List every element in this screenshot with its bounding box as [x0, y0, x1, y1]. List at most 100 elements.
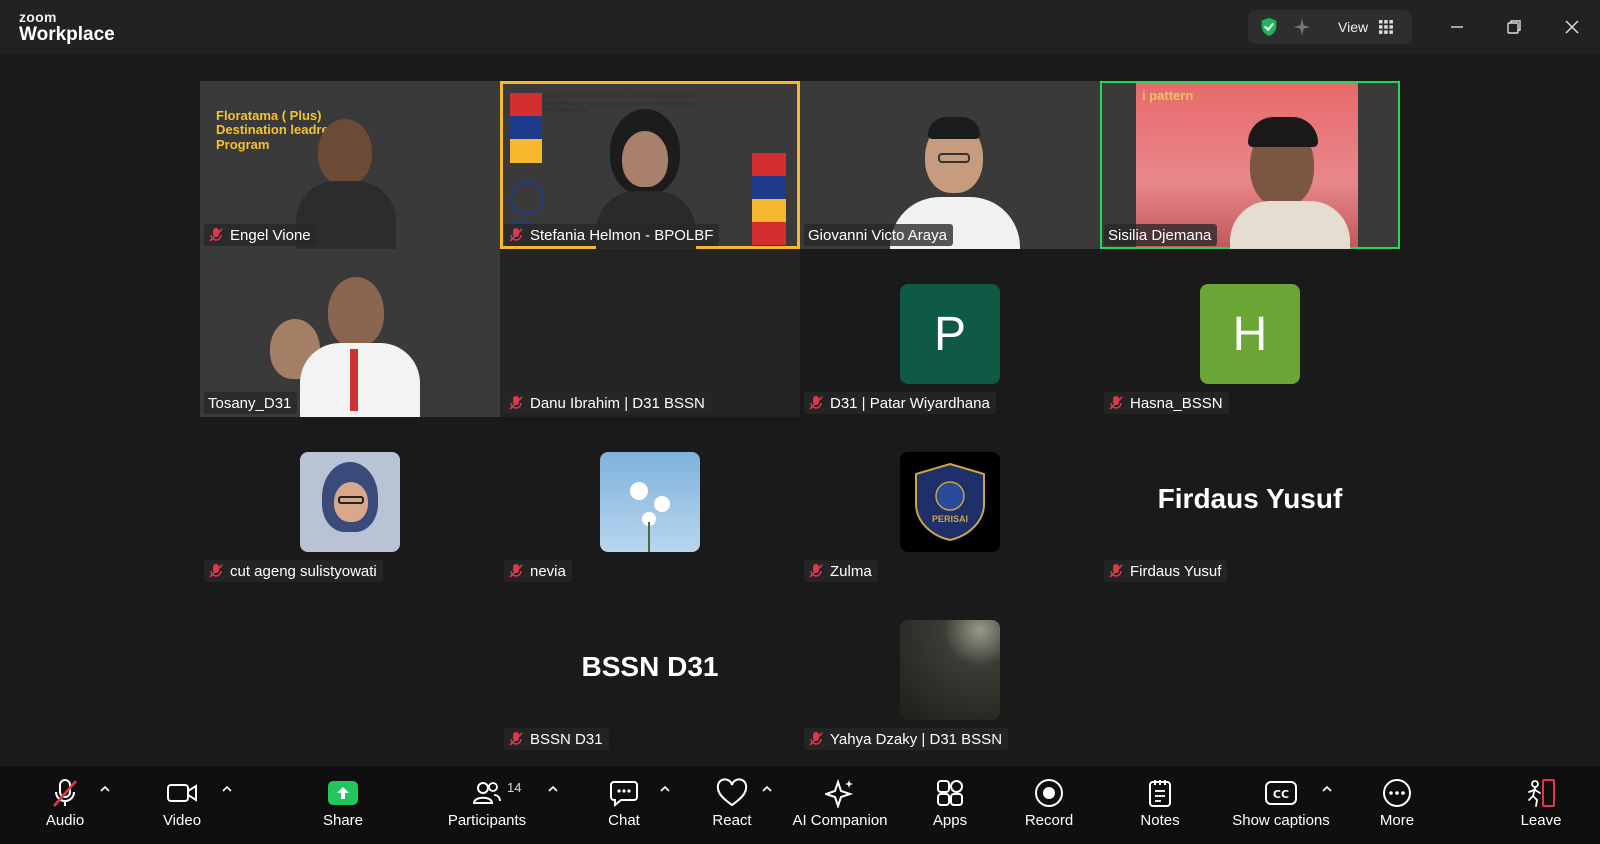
record-label: Record [1024, 812, 1074, 829]
avatar: P [900, 284, 1000, 384]
video-label: Video [162, 812, 202, 829]
avatar-initial: P [933, 307, 966, 361]
participant-tile[interactable]: Tosany_D31 [200, 249, 500, 417]
participant-tile[interactable]: cut ageng sulistyowati [200, 417, 500, 585]
shared-slide-text: i pattern [1142, 88, 1194, 103]
participant-name-tag: cut ageng sulistyowati [204, 560, 383, 582]
minimize-icon[interactable] [1443, 13, 1471, 41]
participant-tile[interactable]: BSSN D31 BSSN D31 [500, 585, 800, 753]
mic-muted-icon [50, 778, 80, 808]
participant-tile[interactable]: Giovanni Victo Araya [800, 81, 1100, 249]
mic-muted-icon [209, 564, 223, 578]
participant-name: BSSN D31 [530, 730, 603, 748]
participant-name-tag: Firdaus Yusuf [1104, 560, 1228, 582]
video-camera-icon [166, 778, 198, 808]
audio-button[interactable]: Audio [40, 778, 90, 834]
avatar-photo [300, 452, 400, 552]
chevron-up-icon[interactable] [98, 782, 112, 796]
participant-name-tag: Engel Vione [204, 224, 317, 246]
chat-bubble-icon [609, 778, 639, 808]
avatar: H [1200, 284, 1300, 384]
participant-tile[interactable]: P D31 | Patar Wiyardhana [800, 249, 1100, 417]
apps-label: Apps [932, 812, 968, 829]
chevron-up-icon[interactable] [658, 782, 672, 796]
zoom-meeting-window: zoom Workplace View Floratama (Plus) De… [0, 0, 1600, 844]
participant-name: Firdaus Yusuf [1130, 562, 1222, 580]
participant-tile[interactable]: Floratama ( Plus) Destination leadre Pro… [200, 81, 500, 249]
ai-spark-icon[interactable] [1292, 17, 1312, 42]
share-label: Share [322, 812, 364, 829]
chevron-up-icon[interactable] [760, 782, 774, 796]
participant-tile[interactable]: Danu Ibrahim | D31 BSSN [500, 249, 800, 417]
restore-icon[interactable] [1500, 13, 1528, 41]
participant-name-tag: Danu Ibrahim | D31 BSSN [504, 392, 711, 414]
apps-button[interactable]: Apps [930, 778, 970, 834]
participant-display-name: Firdaus Yusuf [1157, 483, 1343, 514]
chevron-up-icon[interactable] [1320, 782, 1334, 796]
participant-name: Hasna_BSSN [1130, 394, 1223, 412]
participant-name: Sisilia Djemana [1108, 226, 1212, 244]
participant-name: cut ageng sulistyowati [230, 562, 377, 580]
participants-icon [472, 778, 502, 808]
participant-tile[interactable]: MONITORING DAN EVALUASI PENGELOLAAN INFO… [500, 81, 800, 249]
show-captions-button[interactable]: CC Show captions [1230, 778, 1332, 834]
zoom-logo: zoom Workplace [19, 10, 115, 44]
participant-name-tag: BSSN D31 [504, 728, 609, 750]
notes-icon [1145, 778, 1175, 808]
close-icon[interactable] [1558, 13, 1586, 41]
logo-text: PERISAI [931, 514, 968, 524]
participant-name: nevia [530, 562, 566, 580]
chevron-up-icon[interactable] [220, 782, 234, 796]
react-button[interactable]: React [710, 778, 754, 834]
record-icon [1034, 778, 1064, 808]
more-label: More [1379, 812, 1415, 829]
participant-tile-active-speaker[interactable]: i pattern Sisilia Djemana [1100, 81, 1400, 249]
participant-tile[interactable]: Firdaus Yusuf Firdaus Yusuf [1100, 417, 1400, 585]
brand-workplace: Workplace [19, 24, 115, 45]
participant-name: Yahya Dzaky | D31 BSSN [830, 730, 1003, 748]
ai-companion-button[interactable]: AI Companion [790, 778, 890, 834]
participants-label: Participants [447, 812, 527, 829]
participant-tile[interactable]: Yahya Dzaky | D31 BSSN [800, 585, 1100, 753]
notes-label: Notes [1140, 812, 1180, 829]
participant-name: Stefania Helmon - BPOLBF [530, 226, 714, 244]
ai-companion-icon [825, 778, 855, 808]
leave-button[interactable]: Leave [1520, 778, 1562, 834]
perisai-logo-icon [915, 462, 985, 542]
participant-name-tag: nevia [504, 560, 572, 582]
chevron-up-icon[interactable] [546, 782, 560, 796]
share-button[interactable]: Share [318, 778, 368, 834]
participant-tile[interactable]: H Hasna_BSSN [1100, 249, 1400, 417]
view-label[interactable]: View [1338, 19, 1368, 35]
participant-name-tag: Yahya Dzaky | D31 BSSN [804, 728, 1009, 750]
participant-name-tag: Hasna_BSSN [1104, 392, 1229, 414]
mic-muted-icon [1109, 564, 1123, 578]
grid-view-icon[interactable] [1379, 20, 1393, 39]
participant-tile[interactable]: nevia [500, 417, 800, 585]
mic-muted-icon [509, 396, 523, 410]
participant-name-tag: D31 | Patar Wiyardhana [804, 392, 996, 414]
notes-button[interactable]: Notes [1137, 778, 1183, 834]
more-button[interactable]: More [1377, 778, 1417, 834]
chat-button[interactable]: Chat [606, 778, 642, 834]
leave-door-icon [1525, 778, 1557, 808]
participant-name: Engel Vione [230, 226, 311, 244]
chat-label: Chat [608, 812, 640, 829]
participant-name: Zulma [830, 562, 872, 580]
audio-label: Audio [45, 812, 85, 829]
participant-tile[interactable]: PERISAI Zulma [800, 417, 1100, 585]
participant-name-tag: Giovanni Victo Araya [804, 224, 953, 246]
captions-icon: CC [1264, 778, 1298, 808]
ai-companion-label: AI Companion [792, 812, 888, 829]
record-button[interactable]: Record [1024, 778, 1074, 834]
view-control[interactable]: View [1248, 10, 1412, 44]
captions-label: Show captions [1232, 812, 1330, 829]
mic-muted-icon [209, 228, 223, 242]
participant-name-tag: Sisilia Djemana [1104, 224, 1218, 246]
mic-muted-icon [809, 396, 823, 410]
mic-muted-icon [509, 732, 523, 746]
security-shield-icon[interactable] [1258, 16, 1280, 43]
video-button[interactable]: Video [156, 778, 208, 834]
avatar-photo [600, 452, 700, 552]
apps-icon [935, 778, 965, 808]
